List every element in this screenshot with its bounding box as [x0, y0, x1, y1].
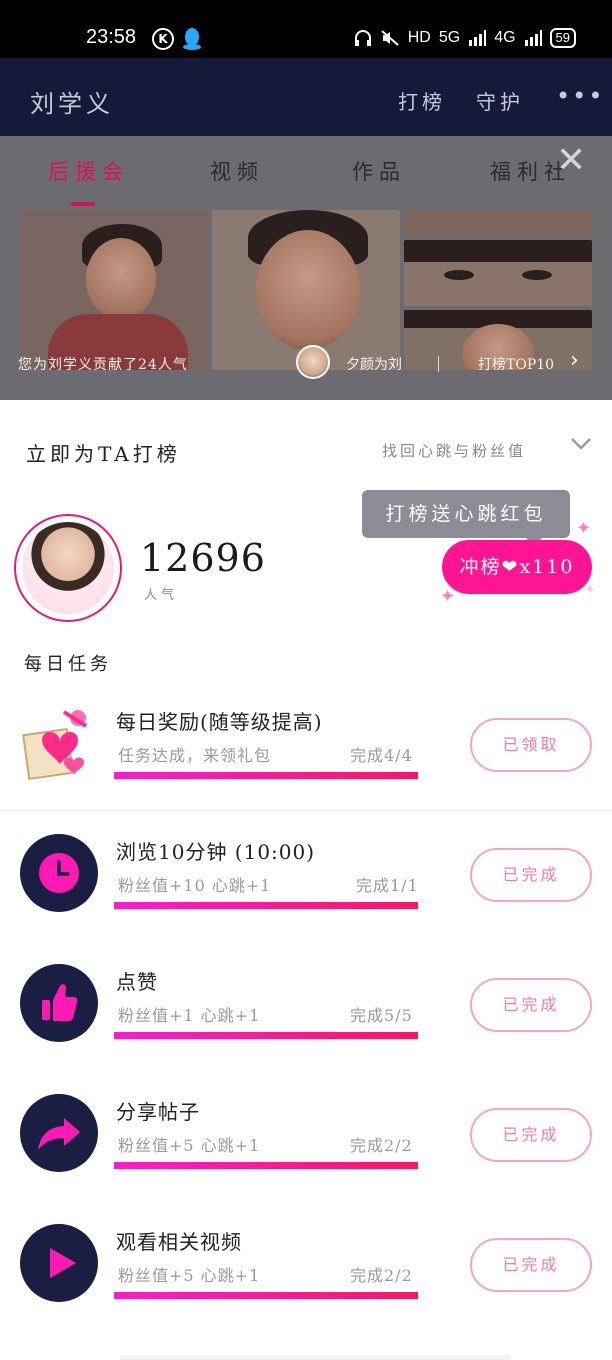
- progress-bar: [114, 1292, 418, 1299]
- photo-3[interactable]: [404, 210, 592, 236]
- vote-button[interactable]: 冲榜❤x110: [442, 540, 592, 594]
- sheet-title: 立即为TA打榜: [26, 442, 181, 466]
- task-name: 观看相关视频: [116, 1230, 242, 1254]
- top-header: 刘学义 打榜 守护 •••: [0, 58, 612, 136]
- photo-1[interactable]: [20, 210, 208, 370]
- user-avatar[interactable]: [296, 345, 330, 379]
- signal-icon-2: [524, 30, 542, 46]
- task-browse: 浏览10分钟 (10:00) 粉丝值+10 心跳+1 完成1/1 已完成: [0, 834, 612, 950]
- vote-action[interactable]: 打榜: [398, 86, 446, 115]
- progress-bar: [114, 902, 418, 909]
- close-icon[interactable]: ✕: [556, 140, 586, 181]
- tab-bar: 后援会 视频 作品 福利社: [0, 156, 612, 206]
- popularity-label: 人气: [144, 588, 179, 603]
- headphones-icon: [354, 30, 371, 46]
- tasks-title: 每日任务: [24, 654, 112, 675]
- progress-fill: [114, 1032, 418, 1039]
- star-avatar[interactable]: [14, 514, 122, 622]
- completed-button[interactable]: 已完成: [470, 1108, 592, 1162]
- chevron-down-icon[interactable]: [568, 430, 594, 456]
- task-name: 分享帖子: [116, 1100, 200, 1124]
- task-reward: 粉丝值+10 心跳+1: [118, 876, 272, 895]
- task-watch-video: 观看相关视频 粉丝值+5 心跳+1 完成2/2 已完成: [0, 1224, 612, 1340]
- status-time: 23:58: [86, 26, 137, 48]
- tab-works[interactable]: 作品: [352, 156, 406, 186]
- sparkle-icon: ✦: [440, 586, 456, 607]
- sparkle-icon: ✦: [576, 518, 592, 539]
- hd-indicator: HD: [407, 29, 431, 46]
- top10-link[interactable]: 打榜TOP10: [478, 354, 554, 374]
- claimed-button[interactable]: 已领取: [470, 718, 592, 772]
- network-4g: 4G: [494, 29, 516, 46]
- battery-indicator: 59: [549, 28, 576, 48]
- like-task-icon: [20, 964, 98, 1042]
- k-app-icon: K: [152, 28, 174, 50]
- thumbs-up-icon: [42, 984, 78, 1021]
- progress-fill: [114, 1162, 418, 1169]
- progress-bar: [114, 772, 418, 779]
- clock-icon: [39, 853, 79, 893]
- fan-contribution-text: 您为刘学义贡献了24人气: [18, 357, 188, 373]
- vote-tooltip: 打榜送心跳红包: [362, 490, 570, 546]
- task-name: 浏览10分钟 (10:00): [116, 840, 316, 864]
- task-reward: 任务达成，来领礼包: [118, 746, 272, 765]
- video-task-icon: [20, 1224, 98, 1302]
- browse-task-icon: [20, 834, 98, 912]
- task-daily-reward: 每日奖励(随等级提高) 任务达成，来领礼包 完成4/4 已领取: [0, 704, 612, 820]
- divider: [438, 356, 439, 372]
- guard-action[interactable]: 守护: [476, 86, 524, 115]
- task-progress: 完成2/2: [350, 1136, 413, 1155]
- progress-bar: [114, 1162, 418, 1169]
- share-task-icon: [20, 1094, 98, 1172]
- signal-icon: [469, 30, 487, 46]
- next-section-hint: [120, 1355, 510, 1360]
- network-5g: 5G: [438, 29, 461, 46]
- task-reward: 粉丝值+5 心跳+1: [118, 1266, 261, 1285]
- share-icon: [38, 1118, 80, 1150]
- active-tab-indicator: [71, 202, 95, 206]
- completed-button[interactable]: 已完成: [470, 848, 592, 902]
- progress-fill: [114, 1292, 418, 1299]
- play-icon: [50, 1248, 76, 1278]
- task-progress: 完成1/1: [356, 876, 419, 895]
- completed-button[interactable]: 已完成: [470, 978, 592, 1032]
- task-name: 点赞: [116, 970, 158, 994]
- task-reward: 粉丝值+5 心跳+1: [118, 1136, 261, 1155]
- task-progress: 完成2/2: [350, 1266, 413, 1285]
- completed-button[interactable]: 已完成: [470, 1238, 592, 1292]
- progress-fill: [114, 772, 418, 779]
- more-icon[interactable]: •••: [556, 82, 604, 110]
- tab-video[interactable]: 视频: [210, 156, 264, 186]
- progress-fill: [114, 902, 418, 909]
- sparkle-icon: ✦: [584, 582, 596, 598]
- task-share: 分享帖子 粉丝值+5 心跳+1 完成2/2 已完成: [0, 1094, 612, 1210]
- task-name: 每日奖励(随等级提高): [116, 710, 323, 734]
- tab-fanclub[interactable]: 后援会: [48, 156, 129, 186]
- recover-link[interactable]: 找回心跳与粉丝值: [382, 440, 526, 461]
- mute-icon: [381, 30, 399, 46]
- progress-bar: [114, 1032, 418, 1039]
- photo-4[interactable]: [404, 240, 592, 306]
- status-right: HD 5G 4G 59: [354, 28, 576, 48]
- qq-icon: [183, 28, 201, 50]
- task-reward: 粉丝值+1 心跳+1: [118, 1006, 261, 1025]
- task-progress: 完成4/4: [350, 746, 413, 765]
- dimmed-background[interactable]: 后援会 视频 作品 福利社 ✕ 您为刘学义贡献了24人气 夕颜为刘 打榜TOP1…: [0, 136, 612, 400]
- gift-icon: [22, 710, 88, 780]
- chevron-right-icon[interactable]: ›: [570, 348, 579, 373]
- page-title: 刘学义: [30, 90, 114, 118]
- status-bar: 23:58 K HD 5G 4G 59: [0, 0, 612, 58]
- task-like: 点赞 粉丝值+1 心跳+1 完成5/5 已完成: [0, 964, 612, 1080]
- user-message: 夕颜为刘: [346, 357, 402, 373]
- popularity-value: 12696: [140, 536, 266, 580]
- task-progress: 完成5/5: [350, 1006, 413, 1025]
- divider: [0, 810, 612, 811]
- vote-sheet: 立即为TA打榜 找回心跳与粉丝值 12696 人气 打榜送心跳红包 冲榜❤x11…: [0, 400, 612, 1360]
